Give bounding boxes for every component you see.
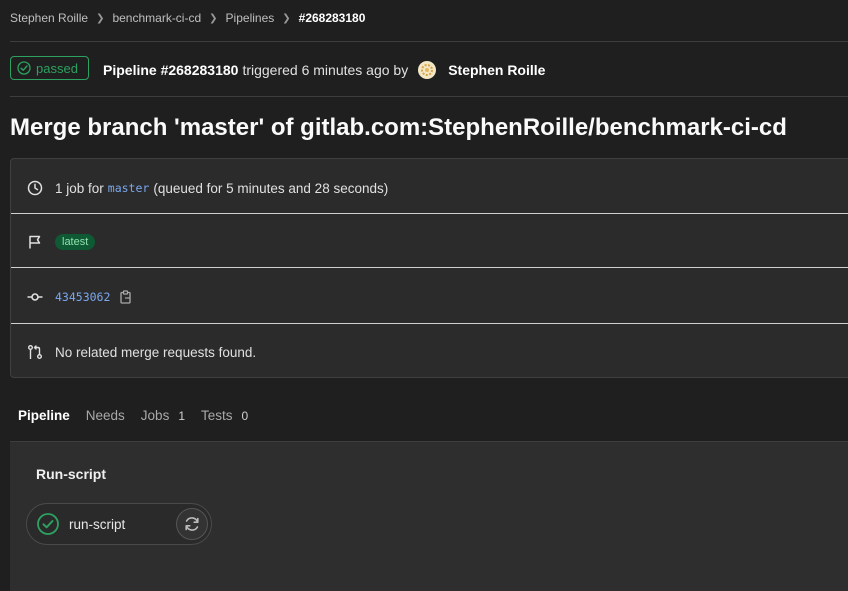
check-circle-icon: [37, 513, 59, 535]
page-title: Merge branch 'master' of gitlab.com:Step…: [10, 114, 787, 141]
tab-needs[interactable]: Needs: [86, 408, 125, 423]
chevron-right-icon: ❯: [96, 12, 105, 24]
flag-icon: [26, 233, 44, 251]
user-name[interactable]: Stephen Roille: [448, 62, 545, 78]
copy-icon[interactable]: [120, 290, 132, 304]
tab-label: Needs: [85, 408, 125, 423]
tab-pipeline[interactable]: Pipeline: [18, 408, 70, 423]
breadcrumb-item-project[interactable]: benchmark-ci-cd: [112, 11, 201, 25]
job-run-script[interactable]: run-script: [26, 503, 212, 545]
merge-requests-row: No related merge requests found.: [11, 342, 848, 362]
pipeline-info-box: 1 job for master (queued for 5 minutes a…: [10, 158, 848, 378]
tab-label: Jobs: [140, 408, 170, 423]
job-name: run-script: [69, 516, 126, 532]
breadcrumb-item-current[interactable]: #268283180: [299, 11, 366, 25]
latest-badge: latest: [55, 234, 96, 250]
tags-row: latest: [11, 232, 848, 252]
retry-button[interactable]: [176, 508, 208, 540]
triggered-text: triggered 6 minutes ago by: [242, 62, 409, 78]
tab-tests[interactable]: Tests 0: [201, 408, 248, 423]
merge-request-icon: [26, 343, 44, 361]
tab-label: Tests: [201, 408, 233, 423]
breadcrumb-item-pipelines[interactable]: Pipelines: [226, 11, 275, 25]
avatar[interactable]: [418, 61, 437, 79]
queued-text: (queued for 5 minutes and 28 seconds): [153, 180, 389, 196]
divider: [10, 41, 848, 42]
tab-jobs[interactable]: Jobs 1: [141, 408, 185, 423]
commit-icon: [26, 288, 44, 306]
pipeline-graph: Run-script run-script: [10, 442, 848, 591]
jobs-row: 1 job for master (queued for 5 minutes a…: [11, 178, 848, 198]
clock-icon: [26, 179, 44, 197]
chevron-right-icon: ❯: [282, 12, 291, 24]
breadcrumb-item-user[interactable]: Stephen Roille: [10, 11, 88, 25]
breadcrumb: Stephen Roille ❯ benchmark-ci-cd ❯ Pipel…: [10, 11, 365, 25]
stage-title: Run-script: [36, 466, 106, 482]
check-circle-icon: [17, 61, 31, 75]
divider: [10, 96, 848, 97]
pipeline-id: Pipeline #268283180: [103, 62, 239, 78]
tab-count: 0: [241, 408, 249, 423]
pipeline-tabs: Pipeline Needs Jobs 1 Tests 0: [18, 408, 264, 423]
commit-sha-link[interactable]: 43453062: [55, 290, 110, 304]
no-merge-requests-text: No related merge requests found.: [55, 344, 257, 360]
retry-icon: [185, 517, 199, 531]
tab-label: Pipeline: [18, 408, 70, 423]
divider: [11, 323, 848, 324]
status-badge[interactable]: passed: [10, 56, 89, 80]
commit-row: 43453062: [11, 287, 848, 307]
tab-count: 1: [178, 408, 186, 423]
divider: [11, 267, 848, 268]
pipeline-header: Pipeline #268283180 triggered 6 minutes …: [103, 61, 545, 79]
branch-link[interactable]: master: [108, 181, 150, 195]
chevron-right-icon: ❯: [209, 12, 218, 24]
divider: [11, 213, 848, 214]
jobs-count-text: 1 job for: [55, 180, 104, 196]
status-label: passed: [36, 60, 78, 76]
